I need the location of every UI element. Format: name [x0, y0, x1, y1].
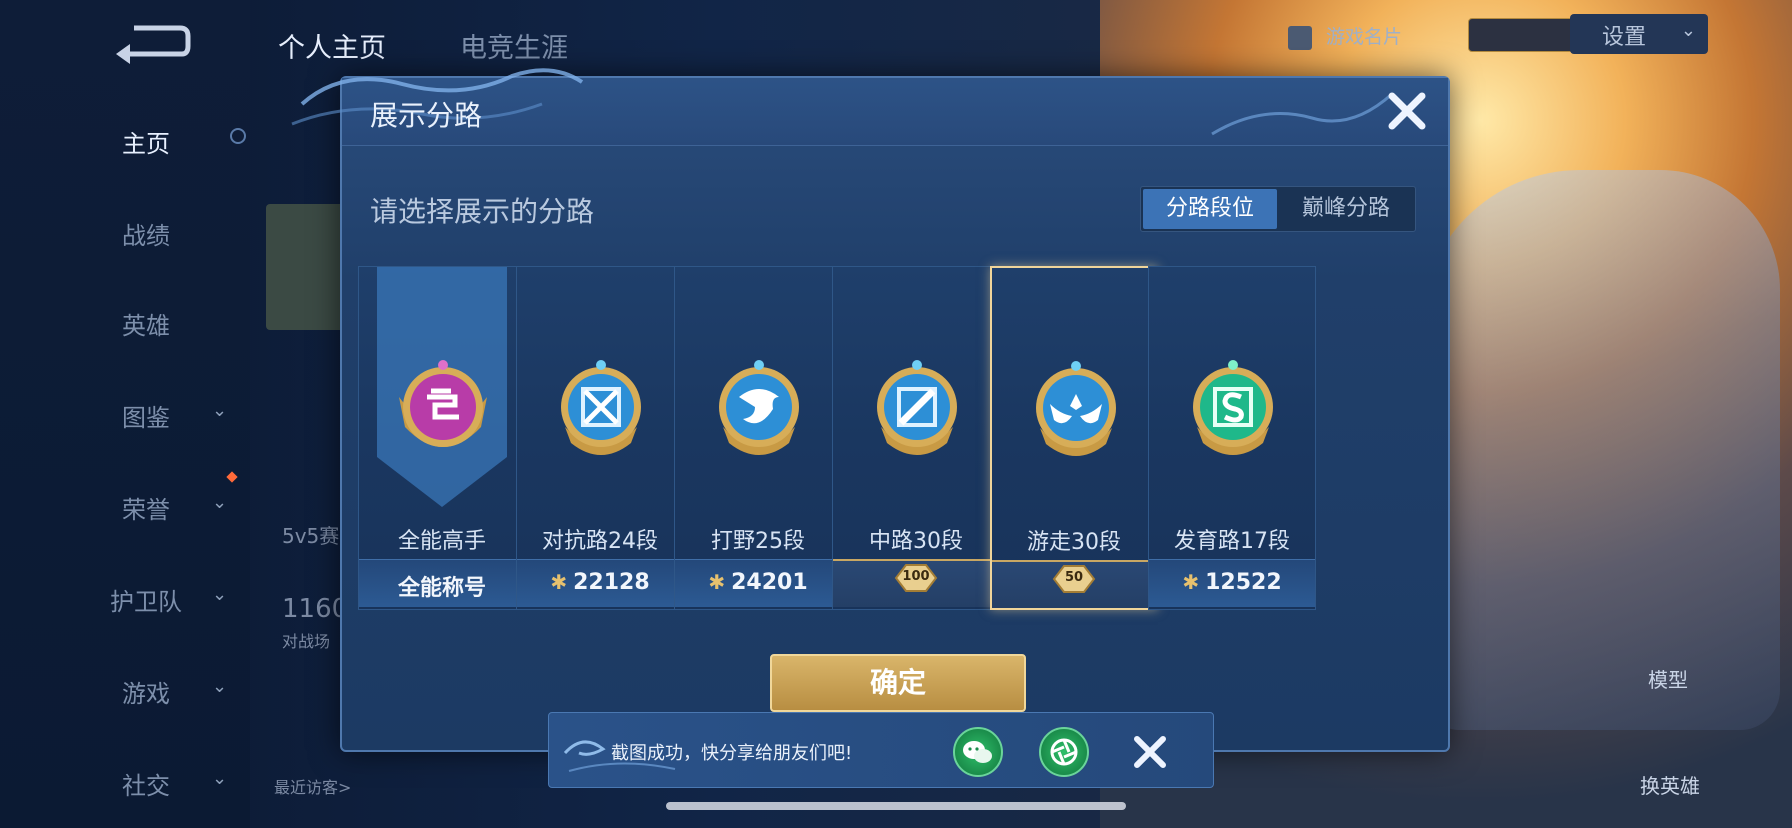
points-value: 22128 — [573, 570, 650, 595]
model-button[interactable]: 模型 — [1648, 664, 1688, 693]
home-indicator[interactable] — [666, 802, 1126, 810]
event-badge[interactable] — [1468, 18, 1578, 52]
star-tag-value: 100 — [902, 569, 930, 584]
notification-dot — [226, 471, 238, 483]
chevron-down-icon: ⌄ — [212, 676, 228, 697]
match-count: 1160 — [282, 594, 349, 624]
lane-name: 全能高手 — [397, 529, 486, 554]
lane-footer: 50 — [992, 560, 1156, 608]
lane-card-farm[interactable]: 发育路17段 ✱ 12522 — [1148, 266, 1316, 610]
lane-name: 对抗路24段 — [542, 529, 658, 554]
dialog-prompt: 请选择展示的分路 — [370, 195, 595, 228]
lane-card-jungle[interactable]: 打野25段 ✱ 24201 — [674, 266, 842, 610]
points-icon: ✱ — [550, 570, 568, 594]
lane-footer: ✱ 22128 — [517, 559, 683, 607]
avatar-icon — [1288, 25, 1312, 50]
sidebar-item-heroes[interactable]: 英雄 — [100, 302, 220, 342]
swap-hero-button[interactable]: 换英雄 — [1640, 770, 1700, 799]
lane-card-all-round[interactable]: 全能高手 全能称号 — [358, 266, 526, 610]
sidebar-item-guard[interactable]: 护卫队 ⌄ — [100, 578, 227, 618]
recent-visitors-link[interactable]: 最近访客> — [274, 774, 351, 798]
settings-button[interactable]: 设置 ⌄ — [1570, 14, 1708, 54]
wechat-icon — [963, 741, 992, 763]
lane-points: ✱ 12522 — [1149, 570, 1315, 595]
chevron-down-icon: ⌄ — [212, 492, 228, 513]
moments-share-button[interactable] — [1039, 727, 1089, 777]
dialog-header: 展示分路 — [291, 68, 1448, 146]
lane-card-mid[interactable]: 中路30段 100 — [832, 266, 1000, 610]
close-icon[interactable] — [1129, 731, 1171, 773]
sidebar-item-label: 护卫队 — [110, 588, 182, 616]
lane-points: ✱ 24201 — [675, 570, 841, 595]
sidebar-item-label: 荣誉 — [122, 496, 170, 524]
lane-card-roam[interactable]: 游走30段 50 — [990, 266, 1158, 610]
settings-label: 设置 — [1602, 25, 1647, 50]
lane-type-switch: 分路段位 巅峰分路 — [1140, 186, 1416, 232]
cloud-swirl-icon — [1211, 92, 1394, 136]
sidebar-item-social[interactable]: 社交 ⌄ — [100, 762, 227, 802]
confirm-button[interactable]: 确定 — [770, 654, 1026, 712]
back-icon[interactable] — [112, 22, 192, 64]
points-icon: ✱ — [708, 570, 726, 594]
match-count-label: 对战场 — [282, 632, 331, 651]
points-value: 24201 — [731, 570, 808, 595]
sidebar-item-label: 社交 — [122, 772, 170, 800]
sidebar-item-games[interactable]: 游戏 ⌄ — [100, 670, 227, 710]
close-icon[interactable] — [1382, 86, 1432, 136]
lane-name: 发育路17段 — [1174, 529, 1290, 554]
profile-avatar[interactable] — [266, 204, 346, 330]
chevron-down-icon: ⌄ — [212, 400, 228, 421]
wechat-share-button[interactable] — [953, 727, 1003, 777]
tab-lane-rank[interactable]: 分路段位 — [1143, 189, 1277, 229]
points-icon: ✱ — [1182, 570, 1200, 594]
game-card-button[interactable]: 游戏名片 — [1288, 14, 1466, 54]
all-round-emblem-icon — [399, 360, 487, 447]
screenshot-toast: 截图成功，快分享给朋友们吧! — [548, 712, 1214, 788]
farm-lane-emblem-icon — [1193, 360, 1273, 455]
mid-lane-emblem-icon — [877, 360, 957, 455]
lane-points: ✱ 22128 — [517, 570, 683, 595]
lane-footer-value: 全能称号 — [397, 576, 486, 601]
hero-figure — [1420, 170, 1780, 730]
toast-message: 截图成功，快分享给朋友们吧! — [611, 743, 853, 764]
show-lane-dialog: 展示分路 请选择展示的分路 分路段位 巅峰分路 全能高手 全能称号 对抗路24段… — [291, 68, 1450, 752]
lane-card-clash[interactable]: 对抗路24段 ✱ 22128 — [516, 266, 684, 610]
sidebar-item-label: 游戏 — [122, 680, 170, 708]
sidebar-item-label: 图鉴 — [122, 404, 170, 432]
chevron-down-icon: ⌄ — [1680, 20, 1696, 41]
moments-icon — [1050, 738, 1078, 766]
tab-profile[interactable]: 个人主页 — [278, 26, 386, 65]
sidebar-item-label: 主页 — [122, 130, 170, 158]
sidebar: 主页 战绩 英雄 图鉴 ⌄ 荣誉 ⌄ 护卫队 ⌄ 游戏 ⌄ 社交 ⌄ — [0, 0, 250, 828]
clash-lane-emblem-icon — [561, 360, 641, 455]
chevron-down-icon: ⌄ — [212, 768, 228, 789]
points-value: 12522 — [1205, 570, 1282, 595]
tab-esports-career[interactable]: 电竞生涯 — [460, 26, 568, 65]
lane-name: 中路30段 — [869, 529, 963, 554]
nav-indicator — [230, 128, 246, 144]
tab-peak-lane[interactable]: 巅峰分路 — [1279, 189, 1413, 229]
star-tag-value: 50 — [1064, 570, 1084, 585]
lane-name: 打野25段 — [711, 529, 805, 554]
sidebar-item-record[interactable]: 战绩 — [100, 212, 220, 252]
lane-footer: ✱ 12522 — [1149, 559, 1315, 607]
sidebar-item-home[interactable]: 主页 — [100, 120, 220, 160]
game-card-label: 游戏名片 — [1326, 26, 1403, 48]
sidebar-item-honor[interactable]: 荣誉 ⌄ — [100, 486, 227, 526]
dialog-title: 展示分路 — [370, 99, 483, 132]
sidebar-item-label: 英雄 — [122, 312, 170, 340]
lane-footer: 全能称号 — [359, 559, 525, 607]
sidebar-item-collection[interactable]: 图鉴 ⌄ — [100, 394, 227, 434]
jungle-emblem-icon — [719, 360, 799, 455]
sidebar-item-label: 战绩 — [122, 222, 170, 250]
chevron-down-icon: ⌄ — [212, 584, 228, 605]
lane-footer: ✱ 24201 — [675, 559, 841, 607]
lane-footer: 100 — [833, 559, 999, 607]
lane-name: 游走30段 — [1027, 530, 1121, 555]
roam-emblem-icon — [1036, 361, 1116, 456]
mode-label: 5v5赛 — [282, 524, 340, 548]
